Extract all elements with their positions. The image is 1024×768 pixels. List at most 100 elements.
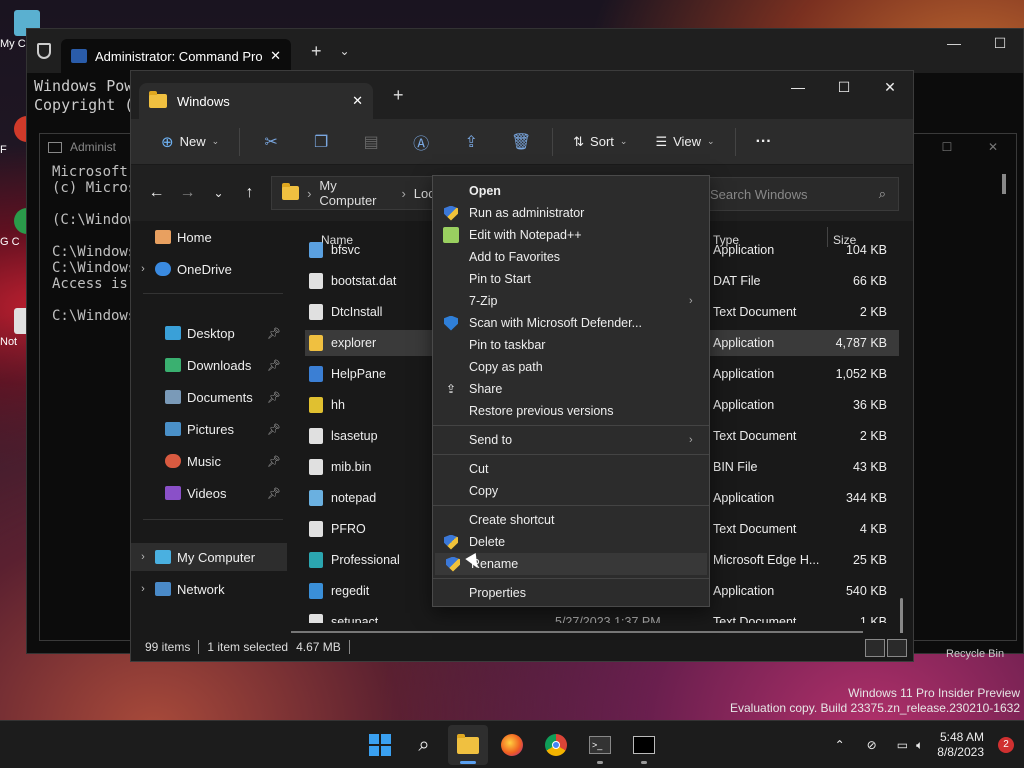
forward-button[interactable]: → (172, 184, 203, 202)
file-size: 540 KB (845, 584, 887, 598)
context-menu-item-share[interactable]: ⇪ Share (433, 378, 709, 400)
more-options-button[interactable]: ··· (744, 126, 784, 158)
context-menu-item-7-zip[interactable]: 7-Zip › (433, 290, 709, 312)
tiles-view-button[interactable] (887, 639, 907, 657)
console-maximize-button[interactable]: ☐ (924, 134, 970, 160)
console-scrollbar[interactable] (1002, 174, 1006, 194)
context-menu-item-send-to[interactable]: Send to › (433, 429, 709, 451)
chevron-right-icon: › (689, 295, 693, 307)
start-button[interactable] (360, 725, 400, 765)
view-button[interactable]: ☰ View ⌄ (643, 126, 726, 158)
context-menu-item-copy[interactable]: Copy (433, 480, 709, 502)
context-menu-item-scan-with-microsoft-defender[interactable]: Scan with Microsoft Defender... (433, 312, 709, 334)
file-size: 104 KB (845, 243, 887, 257)
nav-item-home[interactable]: Home (131, 223, 287, 251)
file-size: 2 KB (859, 305, 887, 319)
minimize-button[interactable]: — (931, 35, 977, 52)
nav-item-desktop[interactable]: Desktop 📌︎ (131, 319, 287, 347)
desktop-icon (165, 326, 181, 340)
cut-button[interactable]: ✂ (248, 126, 294, 158)
nav-item-music[interactable]: Music 📌︎ (131, 447, 287, 475)
new-button[interactable]: ⊕ New ⌄ (149, 126, 231, 158)
new-tab-button[interactable]: + (311, 41, 322, 62)
share-button[interactable]: ⇪ (448, 126, 494, 158)
notification-badge[interactable]: 2 (998, 737, 1014, 753)
minimize-button[interactable]: — (775, 71, 821, 103)
context-menu-item-properties[interactable]: Properties (433, 582, 709, 604)
volume-icon[interactable]: 🔈︎ (916, 738, 923, 753)
network-disconnected-icon[interactable]: ⊘ (867, 738, 877, 752)
console-close-button[interactable]: ✕ (970, 134, 1016, 160)
nav-item-my-computer[interactable]: › My Computer (131, 543, 287, 571)
taskbar-firefox[interactable] (492, 725, 532, 765)
maximize-button[interactable]: ☐ (821, 71, 867, 103)
new-tab-button[interactable]: + (393, 85, 404, 106)
paste-button[interactable]: ▤ (348, 126, 394, 158)
context-menu-label: Edit with Notepad++ (469, 228, 582, 242)
monitor-icon[interactable]: ▭ (897, 738, 908, 752)
context-menu-item-restore-previous-versions[interactable]: Restore previous versions (433, 400, 709, 422)
copy-button[interactable]: ❐ (298, 126, 344, 158)
chrome-icon (545, 734, 567, 756)
menu-icon-placeholder (443, 512, 459, 528)
shield-icon (37, 43, 51, 59)
file-size: 1,052 KB (835, 367, 887, 381)
recent-locations-button[interactable]: ⌄ (203, 186, 234, 200)
context-menu-item-run-as-administrator[interactable]: Run as administrator (433, 202, 709, 224)
search-button[interactable]: ⌕ (404, 725, 444, 765)
context-menu-item-copy-as-path[interactable]: Copy as path (433, 356, 709, 378)
context-menu-item-pin-to-start[interactable]: Pin to Start (433, 268, 709, 290)
file-row[interactable]: setupact 5/27/2023 1:37 PM Text Document 1 … (305, 609, 899, 623)
maximize-button[interactable]: ☐ (977, 35, 1023, 52)
context-menu-item-pin-to-taskbar[interactable]: Pin to taskbar (433, 334, 709, 356)
context-menu-item-create-shortcut[interactable]: Create shortcut (433, 509, 709, 531)
close-tab-icon[interactable]: ✕ (270, 48, 281, 64)
nav-item-onedrive[interactable]: › OneDrive (131, 255, 287, 283)
explorer-tab[interactable]: Windows ✕ (139, 83, 373, 119)
context-menu-item-add-to-favorites[interactable]: Add to Favorites (433, 246, 709, 268)
file-name: HelpPane (331, 367, 386, 381)
chevron-right-icon[interactable]: › (131, 263, 155, 275)
address-bar[interactable]: › My Computer › Loca (271, 176, 443, 210)
command-bar: ⊕ New ⌄ ✂ ❐ ▤ Ⓐ ⇪ 🗑︎ ⇅ Sort ⌄ ☰ View ⌄ ·… (131, 119, 913, 165)
close-tab-icon[interactable]: ✕ (352, 93, 363, 109)
context-menu-label: Share (469, 382, 503, 396)
up-button[interactable]: ↑ (234, 184, 265, 202)
breadcrumb-my-computer[interactable]: My Computer (319, 178, 393, 208)
context-menu-item-cut[interactable]: Cut (433, 458, 709, 480)
taskbar-file-explorer[interactable] (448, 725, 488, 765)
sort-button[interactable]: ⇅ Sort ⌄ (561, 126, 639, 158)
taskbar-terminal[interactable]: >_ (580, 725, 620, 765)
delete-button[interactable]: 🗑︎ (498, 126, 544, 158)
ellipsis-icon: ··· (755, 132, 772, 150)
tab-dropdown-button[interactable]: ⌄ (340, 44, 350, 58)
nav-item-videos[interactable]: Videos 📌︎ (131, 479, 287, 507)
view-icon: ☰ (655, 133, 668, 149)
terminal-titlebar[interactable]: Administrator: Command Pro ✕ + ⌄ — ☐ (27, 29, 1023, 73)
desktop-icon-recycle-bin[interactable]: Recycle Bin (946, 648, 1004, 660)
nav-item-network[interactable]: › Network (131, 575, 287, 603)
file-type: Application (713, 398, 775, 412)
file-size: 36 KB (852, 398, 887, 412)
rename-button[interactable]: Ⓐ (398, 126, 444, 158)
terminal-tab[interactable]: Administrator: Command Pro ✕ (61, 39, 291, 73)
search-input[interactable]: Search Windows ⌕ (699, 177, 899, 211)
arrow-left-icon: ← (148, 184, 165, 201)
clock[interactable]: 5:48 AM 8/8/2023 (937, 730, 984, 760)
nav-item-pictures[interactable]: Pictures 📌︎ (131, 415, 287, 443)
context-menu-item-delete[interactable]: Delete (433, 531, 709, 553)
details-view-button[interactable] (865, 639, 885, 657)
divider (734, 127, 736, 156)
back-button[interactable]: ← (141, 184, 172, 202)
taskbar-chrome[interactable] (536, 725, 576, 765)
show-hidden-icons-button[interactable]: ⌃ (835, 738, 845, 752)
taskbar-command-prompt[interactable] (624, 725, 664, 765)
nav-item-downloads[interactable]: Downloads 📌︎ (131, 351, 287, 379)
chevron-right-icon[interactable]: › (131, 551, 155, 563)
explorer-titlebar[interactable]: Windows ✕ + — ☐ ✕ (131, 71, 913, 119)
context-menu-item-edit-with-notepad[interactable]: Edit with Notepad++ (433, 224, 709, 246)
nav-item-documents[interactable]: Documents 📌︎ (131, 383, 287, 411)
close-button[interactable]: ✕ (867, 71, 913, 103)
context-menu-item-open[interactable]: Open (433, 180, 709, 202)
chevron-right-icon[interactable]: › (131, 583, 155, 595)
